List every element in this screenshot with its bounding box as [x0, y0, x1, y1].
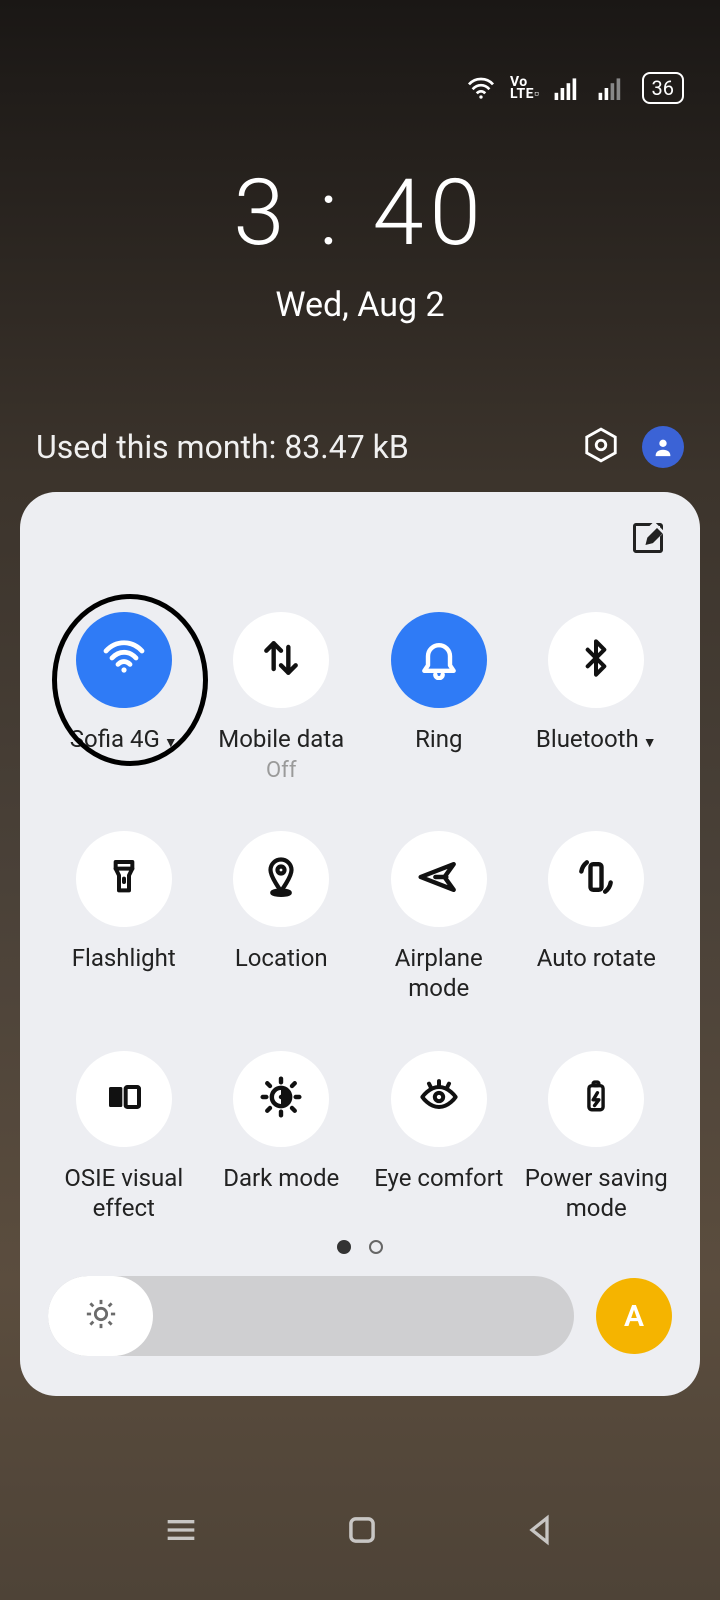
- wifi-label[interactable]: Sofia 4G▼: [70, 724, 178, 758]
- tile-eye: Eye comfort: [363, 1051, 515, 1223]
- airplane-toggle[interactable]: [391, 831, 487, 927]
- clock-time: 3 : 40: [0, 160, 720, 267]
- page-dot-active: [337, 1240, 351, 1254]
- osie-label[interactable]: OSIE visual effect: [48, 1163, 200, 1223]
- bell-icon: [417, 636, 461, 684]
- quick-settings-panel: Sofia 4G▼ Mobile data Off Ring Bluetooth▼ Fla…: [20, 492, 700, 1396]
- user-avatar-button[interactable]: [642, 426, 684, 468]
- wifi-status-icon: [466, 76, 496, 100]
- data-label[interactable]: Mobile data: [218, 724, 344, 754]
- clock-date: Wed, Aug 2: [0, 285, 720, 325]
- bell-toggle[interactable]: [391, 612, 487, 708]
- eye-toggle[interactable]: [391, 1051, 487, 1147]
- data-usage-text[interactable]: Used this month: 83.47 kB: [36, 428, 409, 466]
- tile-airplane: Airplane mode: [363, 831, 515, 1003]
- dark-label[interactable]: Dark mode: [223, 1163, 339, 1193]
- dark-toggle[interactable]: [233, 1051, 329, 1147]
- flashlight-icon: [104, 855, 144, 903]
- tile-bell: Ring: [363, 612, 515, 783]
- volte-indicator: VoLTE▫: [510, 76, 540, 100]
- rotate-icon: [573, 855, 619, 903]
- home-button[interactable]: [343, 1511, 381, 1553]
- auto-brightness-button[interactable]: A: [596, 1278, 672, 1354]
- back-button[interactable]: [523, 1512, 559, 1552]
- location-toggle[interactable]: [233, 831, 329, 927]
- flashlight-label[interactable]: Flashlight: [72, 943, 176, 973]
- airplane-icon: [416, 855, 462, 903]
- airplane-label[interactable]: Airplane mode: [363, 943, 515, 1003]
- rotate-toggle[interactable]: [548, 831, 644, 927]
- battery-toggle[interactable]: [548, 1051, 644, 1147]
- status-bar: VoLTE▫ 36: [466, 72, 684, 104]
- osie-icon: [102, 1077, 146, 1121]
- brightness-slider[interactable]: [48, 1276, 574, 1356]
- data-icon: [259, 636, 303, 684]
- data-toggle[interactable]: [233, 612, 329, 708]
- bluetooth-label[interactable]: Bluetooth▼: [536, 724, 657, 758]
- page-dot-inactive[interactable]: [369, 1240, 383, 1254]
- tile-data: Mobile data Off: [206, 612, 358, 783]
- settings-hex-icon[interactable]: [582, 426, 620, 468]
- brightness-sun-icon: [84, 1297, 118, 1335]
- bell-label[interactable]: Ring: [415, 724, 462, 754]
- tile-dark: Dark mode: [206, 1051, 358, 1223]
- osie-toggle[interactable]: [76, 1051, 172, 1147]
- dark-icon: [259, 1075, 303, 1123]
- signal-1-icon: [554, 76, 584, 100]
- eye-icon: [415, 1077, 463, 1121]
- recent-apps-button[interactable]: [161, 1510, 201, 1554]
- signal-2-icon: [598, 76, 628, 100]
- battery-icon: [579, 1074, 613, 1124]
- clock-area: 3 : 40 Wed, Aug 2: [0, 160, 720, 325]
- rotate-label[interactable]: Auto rotate: [537, 943, 656, 973]
- tile-battery: Power saving mode: [521, 1051, 673, 1223]
- location-icon: [260, 855, 302, 903]
- bluetooth-toggle[interactable]: [548, 612, 644, 708]
- eye-label[interactable]: Eye comfort: [374, 1163, 503, 1193]
- chevron-down-icon: ▼: [643, 735, 657, 751]
- battery-indicator: 36: [642, 72, 684, 104]
- data-sublabel: Off: [266, 758, 296, 783]
- page-indicator: [0, 1240, 720, 1254]
- tile-bluetooth: Bluetooth▼: [521, 612, 673, 783]
- flashlight-toggle[interactable]: [76, 831, 172, 927]
- tile-wifi: Sofia 4G▼: [48, 612, 200, 783]
- brightness-row: A: [48, 1276, 672, 1356]
- wifi-toggle[interactable]: [76, 612, 172, 708]
- edit-tiles-button[interactable]: [630, 520, 666, 560]
- tile-rotate: Auto rotate: [521, 831, 673, 1003]
- battery-label[interactable]: Power saving mode: [521, 1163, 673, 1223]
- bluetooth-icon: [576, 636, 616, 684]
- data-usage-row: Used this month: 83.47 kB: [36, 426, 684, 468]
- system-nav-bar: [0, 1510, 720, 1554]
- tile-osie: OSIE visual effect: [48, 1051, 200, 1223]
- location-label[interactable]: Location: [235, 943, 328, 973]
- chevron-down-icon: ▼: [164, 735, 178, 751]
- wifi-icon: [100, 634, 148, 686]
- tile-flashlight: Flashlight: [48, 831, 200, 1003]
- tile-location: Location: [206, 831, 358, 1003]
